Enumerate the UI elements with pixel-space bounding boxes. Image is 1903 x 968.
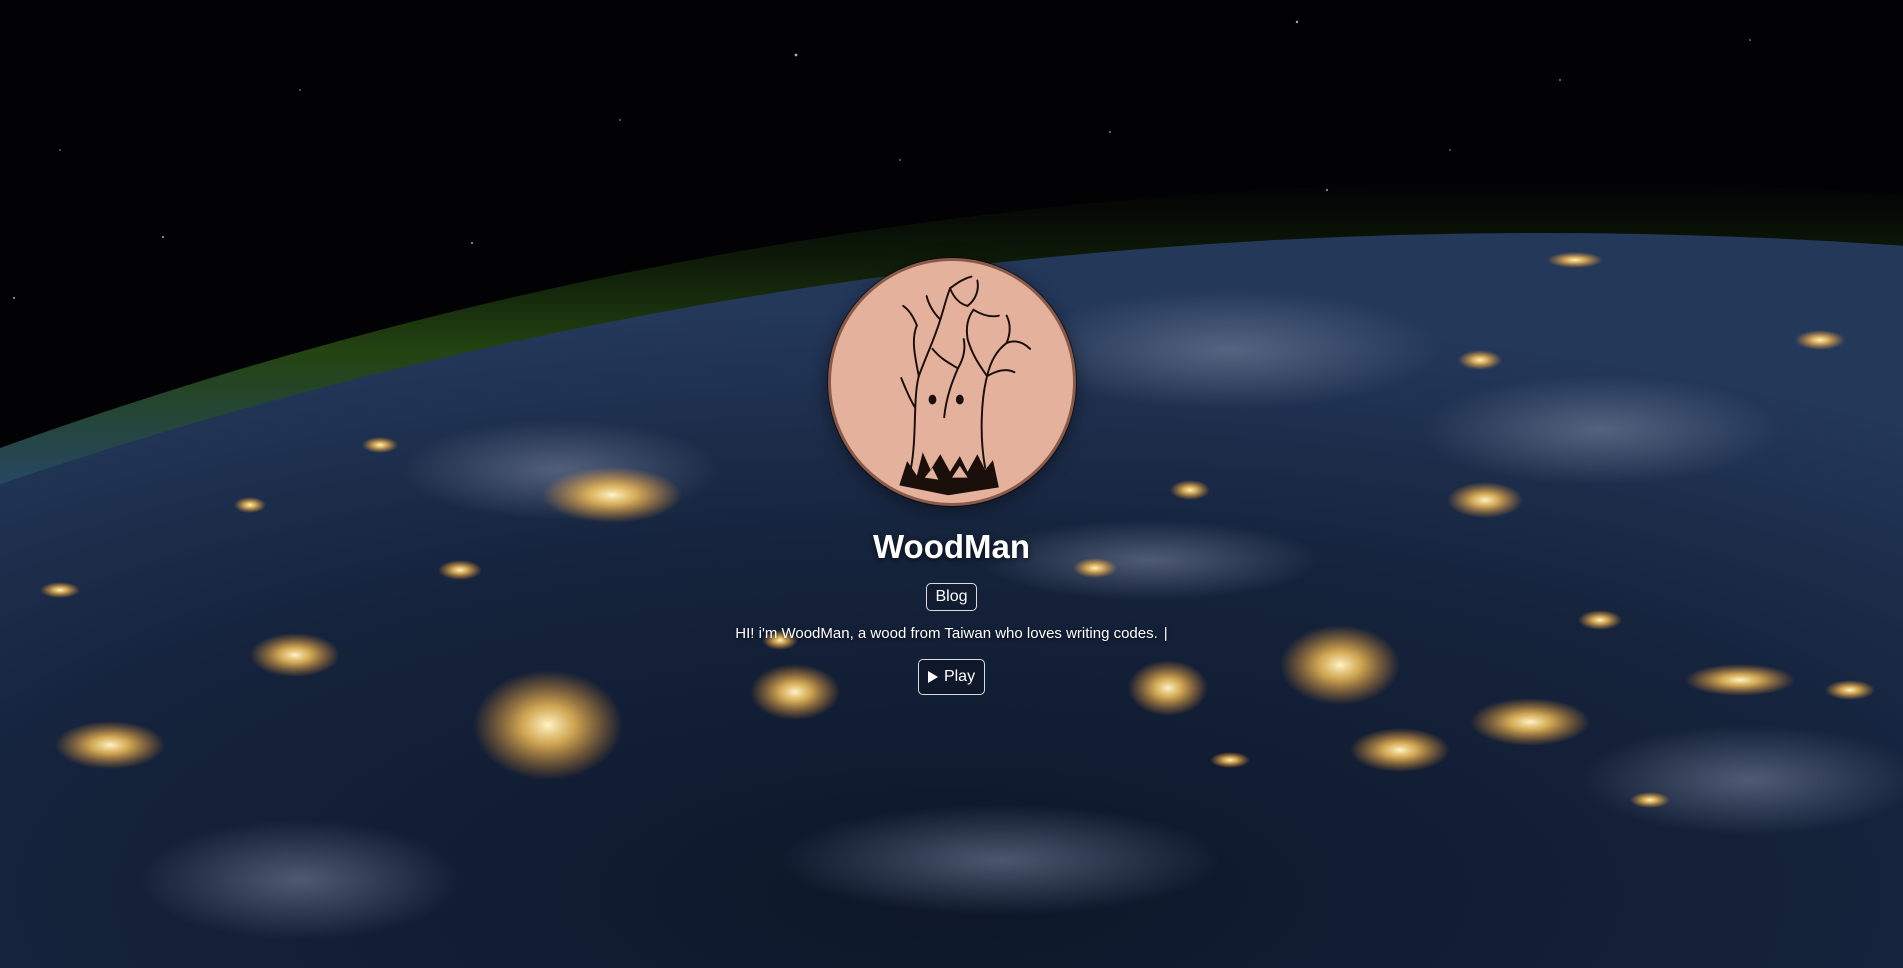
play-button-label: Play	[943, 668, 976, 685]
profile-section: WoodMan Blog HI! i'm WoodMan, a wood fro…	[0, 258, 1903, 695]
page: WoodMan Blog HI! i'm WoodMan, a wood fro…	[0, 0, 1903, 968]
typing-cursor: |	[1163, 625, 1168, 642]
tree-face-icon	[898, 275, 1031, 496]
play-button[interactable]: Play	[917, 659, 986, 695]
play-icon	[927, 671, 938, 683]
profile-name: WoodMan	[872, 528, 1031, 565]
intro-text: HI! i'm WoodMan, a wood from Taiwan who …	[735, 625, 1167, 643]
avatar	[827, 258, 1076, 506]
blog-button[interactable]: Blog	[926, 583, 977, 611]
intro-typed-text: HI! i'm WoodMan, a wood from Taiwan who …	[735, 625, 1158, 642]
